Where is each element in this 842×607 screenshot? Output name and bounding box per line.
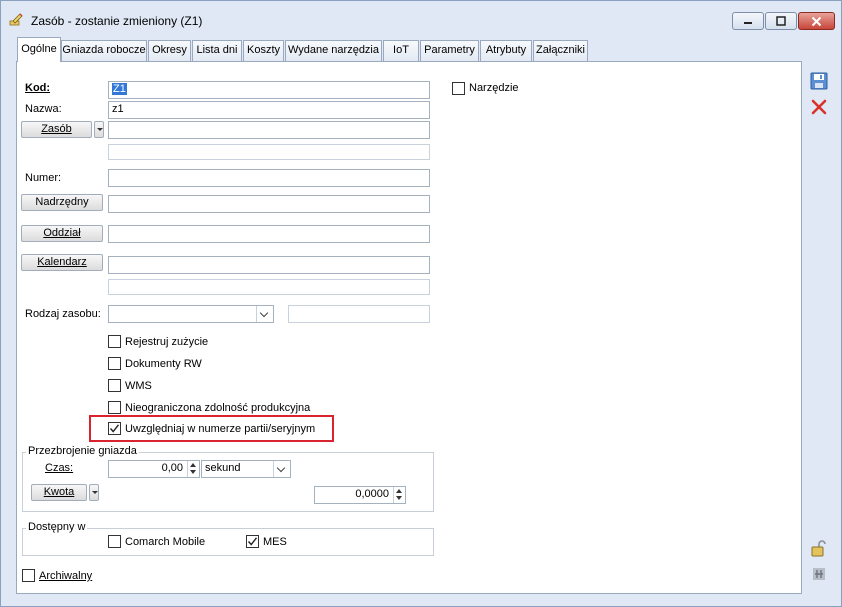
maximize-button[interactable] [765,12,797,30]
general-tab-panel: Kod: Z1 Nazwa: z1 Zasób Numer: Nadrzędny… [16,61,802,594]
tab-lista-dni[interactable]: Lista dni [192,40,242,61]
dokumenty-rw-label: Dokumenty RW [125,358,202,370]
kod-field[interactable]: Z1 [108,81,430,99]
narzedzie-label: Narzędzie [469,82,519,94]
kwota-button-label: Kwota [43,486,75,498]
czas-value: 0,00 [161,462,183,474]
nadrzedny-button-label: Nadrzędny [35,196,89,208]
rodzaj-zasobu-description[interactable] [288,305,430,323]
lock-button[interactable] [807,537,831,561]
pencil-edit-icon [9,13,23,26]
zasob-button-label: Zasób [41,123,72,135]
oddzial-button[interactable]: Oddział [21,225,103,242]
kalendarz-description-field[interactable] [108,279,430,295]
nazwa-label: Nazwa: [25,103,62,115]
czas-field[interactable]: 0,00 [108,460,200,478]
czas-label: Czas: [45,462,74,474]
tab-atrybuty[interactable]: Atrybuty [480,40,532,61]
save-button[interactable] [807,69,831,93]
save-icon [810,72,828,90]
kod-value: Z1 [112,83,127,95]
nadrzedny-button[interactable]: Nadrzędny [21,194,103,211]
tab-parametry[interactable]: Parametry [420,40,479,61]
chevron-down-icon[interactable] [256,306,273,322]
dokumenty-rw-checkbox[interactable] [108,357,121,370]
wms-checkbox[interactable] [108,379,121,392]
tab-koszty[interactable]: Koszty [243,40,284,61]
kwota-field[interactable]: 0,0000 [314,486,406,504]
maximize-icon [776,16,786,26]
zasob-dropdown-button[interactable] [94,121,104,138]
nieograniczona-zdolnosc-label: Nieograniczona zdolność produkcyjna [125,402,311,414]
czas-unit-value: sekund [205,462,241,474]
uwzgledniaj-numer-partii-checkbox[interactable] [108,422,121,435]
comarch-mobile-label: Comarch Mobile [125,536,206,548]
zasob-button[interactable]: Zasób [21,121,92,138]
wms-label: WMS [125,380,152,392]
minimize-button[interactable] [732,12,764,30]
uwzgledniaj-numer-partii-label: Uwzględniaj w numerze partii/seryjnym [125,423,316,435]
rodzaj-zasobu-label: Rodzaj zasobu: [25,308,101,320]
oddzial-field[interactable] [108,225,430,243]
zasob-description-field[interactable] [108,144,430,160]
rejestruj-zuzycie-label: Rejestruj zużycie [125,336,209,348]
kwota-dropdown-button[interactable] [89,484,99,501]
kwota-value: 0,0000 [355,488,389,500]
nadrzedny-field[interactable] [108,195,430,213]
window-title: Zasób - zostanie zmieniony (Z1) [31,14,203,28]
kod-label: Kod: [25,82,51,94]
lock-icon [811,540,826,557]
tab-gniazda-robocze[interactable]: Gniazda robocze [61,40,147,61]
narzedzie-checkbox[interactable] [452,82,465,95]
rodzaj-zasobu-combo[interactable] [108,305,274,323]
zasob-field[interactable] [108,121,430,139]
checkmark-icon [109,424,120,433]
tab-okresy[interactable]: Okresy [148,40,191,61]
przezbrojenie-title: Przezbrojenie gniazda [26,445,139,457]
chevron-down-icon[interactable] [273,461,290,477]
tab-ogolne[interactable]: Ogólne [17,37,61,62]
oddzial-button-label: Oddział [43,227,81,239]
pin-button[interactable] [807,562,831,586]
close-icon [811,16,822,26]
mes-checkbox[interactable] [246,535,259,548]
close-button[interactable] [798,12,835,30]
close-icon [811,99,827,115]
kalendarz-button[interactable]: Kalendarz [21,254,103,271]
numer-label: Numer: [25,172,62,184]
czas-unit-combo[interactable]: sekund [201,460,291,478]
minimize-icon [744,22,752,24]
dialog-window: Zasób - zostanie zmieniony (Z1) Ogólne G… [0,0,842,607]
tab-wydane-narzedzia[interactable]: Wydane narzędzia [285,40,382,61]
nieograniczona-zdolnosc-checkbox[interactable] [108,401,121,414]
checkmark-icon [247,537,258,546]
czas-spinner[interactable] [187,461,199,477]
tab-zalaczniki[interactable]: Załączniki [533,40,588,61]
title-bar[interactable]: Zasób - zostanie zmieniony (Z1) [1,1,841,35]
mes-label: MES [263,536,287,548]
dostepny-w-title: Dostępny w [26,521,88,533]
comarch-mobile-checkbox[interactable] [108,535,121,548]
kalendarz-button-label: Kalendarz [37,256,87,268]
rejestruj-zuzycie-checkbox[interactable] [108,335,121,348]
numer-field[interactable] [108,169,430,187]
nazwa-field[interactable]: z1 [108,101,430,119]
archiwalny-label: Archiwalny [39,570,93,582]
archiwalny-checkbox[interactable] [22,569,35,582]
cancel-button[interactable] [807,95,831,119]
pin-icon [813,568,825,580]
tab-iot[interactable]: IoT [383,40,419,61]
kwota-button[interactable]: Kwota [31,484,87,501]
right-toolbar [804,61,840,594]
kwota-spinner[interactable] [393,487,405,503]
kalendarz-field[interactable] [108,256,430,274]
